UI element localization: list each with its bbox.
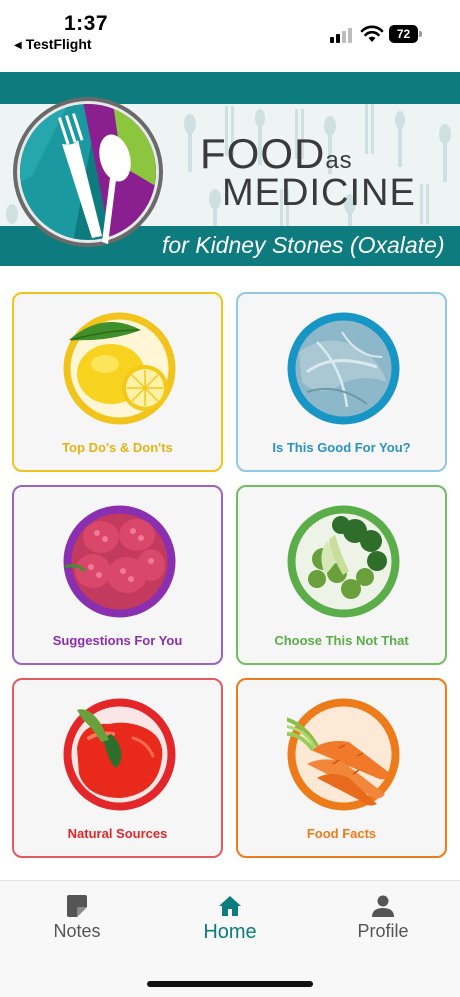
card-label: Top Do's & Don'ts — [62, 440, 173, 455]
food-as-medicine-logo — [13, 97, 163, 247]
cellular-signal-icon — [330, 28, 354, 43]
title-food-text: FOOD — [200, 130, 326, 177]
notes-icon — [67, 895, 87, 917]
card-natural-sources[interactable]: Natural Sources — [12, 678, 223, 858]
tab-profile-label: Profile — [357, 921, 409, 941]
banner-title-food: FOODas — [200, 130, 353, 178]
card-suggestions-for-you[interactable]: Suggestions For You — [12, 485, 223, 665]
card-label: Natural Sources — [67, 826, 168, 841]
back-to-testflight-link[interactable]: ◀ TestFlight — [14, 36, 92, 52]
card-label: Food Facts — [306, 826, 377, 841]
wifi-icon — [360, 25, 384, 42]
card-is-this-good-for-you[interactable]: Is This Good For You? — [236, 292, 447, 472]
cabbage-image — [287, 312, 400, 425]
lemon-image — [63, 312, 176, 425]
clock: 1:37 — [64, 12, 109, 35]
card-label: Choose This Not That — [274, 633, 409, 648]
app-banner: FOODas MEDICINE for Kidney Stones (Oxala… — [0, 72, 460, 266]
profile-icon — [372, 895, 394, 917]
status-bar: 1:37 ◀ TestFlight 72 — [0, 0, 460, 72]
card-top-dos-donts[interactable]: Top Do's & Don'ts — [12, 292, 223, 472]
tab-home-label: Home — [203, 921, 257, 943]
card-label: Suggestions For You — [52, 633, 183, 648]
broccoli-image — [287, 505, 400, 618]
banner-title-medicine: MEDICINE — [222, 172, 416, 214]
tab-notes-label: Notes — [53, 921, 101, 941]
battery-level: 72 — [389, 25, 418, 43]
back-arrow-icon: ◀ — [14, 40, 22, 51]
banner-subtitle: for Kidney Stones (Oxalate) — [162, 232, 445, 258]
card-label: Is This Good For You? — [272, 440, 411, 455]
tab-home[interactable]: Home — [170, 895, 290, 944]
carrot-image — [287, 698, 400, 811]
title-as-text: as — [325, 147, 353, 174]
tab-profile[interactable]: Profile — [323, 895, 443, 942]
raspberry-image — [63, 505, 176, 618]
card-choose-this-not-that[interactable]: Choose This Not That — [236, 485, 447, 665]
bottom-tab-bar: Notes Home Profile — [0, 880, 460, 997]
battery-icon: 72 — [389, 25, 422, 43]
home-icon — [219, 896, 241, 916]
back-app-label: TestFlight — [25, 36, 92, 52]
home-indicator — [147, 981, 313, 987]
tab-notes[interactable]: Notes — [17, 895, 137, 942]
pepper-image — [63, 698, 176, 811]
card-food-facts[interactable]: Food Facts — [236, 678, 447, 858]
